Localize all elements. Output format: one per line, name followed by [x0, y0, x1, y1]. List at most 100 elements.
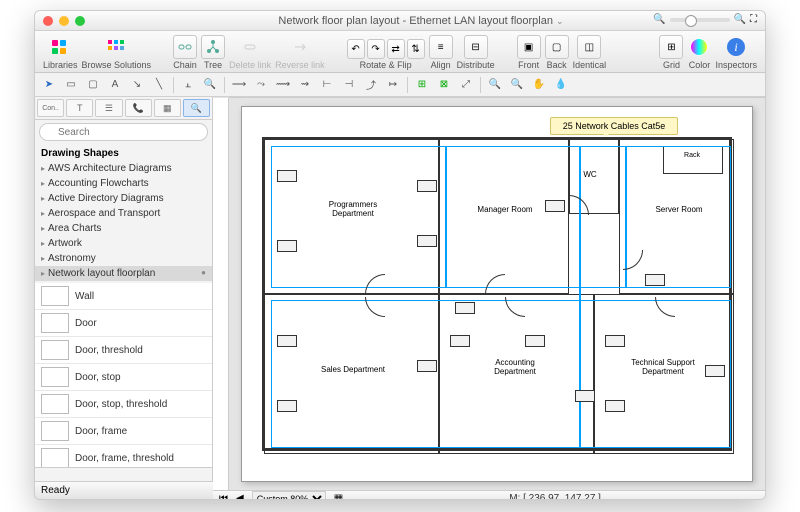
grid-button[interactable]: ⊞	[659, 35, 683, 59]
cursor-coords: M: [ 236.97, 147.27 ]	[509, 493, 601, 500]
tree-item[interactable]: Accounting Flowcharts	[35, 176, 212, 191]
libraries-icon[interactable]	[48, 35, 72, 59]
libtab-5[interactable]: ▦	[154, 99, 181, 117]
app-window: Network floor plan layout - Ethernet LAN…	[34, 10, 766, 500]
zoom-plus-icon[interactable]: 🔍	[734, 14, 746, 25]
hand-tool[interactable]: ✋	[529, 76, 549, 94]
inspectors-button[interactable]: i	[724, 35, 748, 59]
libtab-2[interactable]: T	[66, 99, 93, 117]
shape-door-stop[interactable]: Door, stop	[35, 364, 212, 391]
maximize-icon[interactable]	[75, 16, 85, 26]
zoom-select[interactable]: Custom 80%	[252, 491, 326, 500]
shape-door-frame-threshold[interactable]: Door, frame, threshold	[35, 445, 212, 467]
room-sales[interactable]	[264, 294, 439, 454]
front-button[interactable]: ▣	[517, 35, 541, 59]
zoom-slider[interactable]	[670, 18, 730, 22]
device[interactable]	[417, 360, 437, 372]
rotate-left-button[interactable]: ↶	[347, 39, 365, 59]
zoom-out-tool[interactable]: 🔍	[507, 76, 527, 94]
connector-tool[interactable]: ↘	[127, 76, 147, 94]
libtab-search[interactable]: 🔍	[183, 99, 210, 117]
device[interactable]	[575, 390, 595, 402]
device[interactable]	[545, 200, 565, 212]
shape-door-stop-threshold[interactable]: Door, stop, threshold	[35, 391, 212, 418]
device[interactable]	[645, 274, 665, 286]
drawing-page[interactable]: 25 Network Cables Cat5e Programmers Depa…	[241, 106, 753, 482]
device[interactable]	[705, 365, 725, 377]
align-button[interactable]: ≡	[429, 35, 453, 59]
tree-item[interactable]: AWS Architecture Diagrams	[35, 161, 212, 176]
room-manager[interactable]	[439, 139, 569, 294]
tree-item-selected[interactable]: Network layout floorplan	[35, 266, 212, 281]
delete-link-button	[238, 35, 262, 59]
chain-button[interactable]	[173, 35, 197, 59]
server-rack[interactable]	[663, 146, 723, 174]
zoom-fit-icon[interactable]: ⛶	[750, 14, 757, 25]
canvas-area: 25 Network Cables Cat5e Programmers Depa…	[213, 97, 765, 481]
libraries-label: Libraries	[43, 60, 78, 70]
tree-button[interactable]	[201, 35, 225, 59]
flip-v-button[interactable]: ⇅	[407, 39, 425, 59]
rounded-tool[interactable]: ▢	[83, 76, 103, 94]
line-tool[interactable]: ╲	[149, 76, 169, 94]
device[interactable]	[455, 302, 475, 314]
libtab-1[interactable]: Con..	[37, 99, 64, 117]
magnify-tool[interactable]: 🔍	[200, 76, 220, 94]
align-left-tool[interactable]: ⫠	[178, 76, 198, 94]
zoom-minus-icon[interactable]: 🔍	[653, 14, 665, 25]
libtab-3[interactable]: ☰	[95, 99, 122, 117]
shape-door-frame[interactable]: Door, frame	[35, 418, 212, 445]
device[interactable]	[525, 335, 545, 347]
callout-label[interactable]: 25 Network Cables Cat5e	[550, 117, 678, 135]
tree-item[interactable]: Aerospace and Transport	[35, 206, 212, 221]
device[interactable]	[605, 335, 625, 347]
device[interactable]	[605, 400, 625, 412]
text-tool[interactable]: A	[105, 76, 125, 94]
shapes-tree: Drawing Shapes AWS Architecture Diagrams…	[35, 144, 212, 283]
page-tabs-icon[interactable]: ▦	[334, 493, 343, 500]
canvas-statusbar: ⏮ ◀ Custom 80% ▦ M: [ 236.97, 147.27 ]	[213, 490, 765, 500]
page-nav-prev[interactable]: ◀	[236, 493, 244, 500]
svg-text:i: i	[735, 40, 738, 54]
search-input[interactable]	[39, 123, 208, 141]
shape-door-threshold[interactable]: Door, threshold	[35, 337, 212, 364]
identical-button[interactable]: ◫	[577, 35, 601, 59]
zoom-in-tool[interactable]: 🔍	[485, 76, 505, 94]
chevron-down-icon[interactable]: ⌄	[556, 16, 564, 26]
device[interactable]	[450, 335, 470, 347]
flip-h-button[interactable]: ⇄	[387, 39, 405, 59]
floor-outline[interactable]: Programmers Department Manager Room WC S…	[262, 137, 732, 451]
tree-item[interactable]: Astronomy	[35, 251, 212, 266]
canvas-viewport[interactable]: 25 Network Cables Cat5e Programmers Depa…	[229, 98, 765, 490]
shape-wall[interactable]: Wall	[35, 283, 212, 310]
main-toolbar: Libraries Browse Solutions Chain Tree De…	[35, 31, 765, 73]
rect-tool[interactable]: ▭	[61, 76, 81, 94]
device[interactable]	[417, 235, 437, 247]
device[interactable]	[417, 180, 437, 192]
color-button[interactable]	[687, 35, 711, 59]
distribute-button[interactable]: ⊟	[464, 35, 488, 59]
minimize-icon[interactable]	[59, 16, 69, 26]
device[interactable]	[277, 170, 297, 182]
rotate-right-button[interactable]: ↷	[367, 39, 385, 59]
tree-item[interactable]: Active Directory Diagrams	[35, 191, 212, 206]
sidebar: Con.. T ☰ 📞 ▦ 🔍 Drawing Shapes AWS Archi…	[35, 97, 213, 481]
libtab-4[interactable]: 📞	[125, 99, 152, 117]
tree-item[interactable]: Area Charts	[35, 221, 212, 236]
tree-item[interactable]: Artwork	[35, 236, 212, 251]
ruler-vertical	[213, 98, 229, 490]
pointer-tool[interactable]: ➤	[39, 76, 59, 94]
device[interactable]	[277, 400, 297, 412]
shape-door[interactable]: Door	[35, 310, 212, 337]
page-nav-first[interactable]: ⏮	[219, 493, 228, 500]
eyedropper-tool[interactable]: 💧	[551, 76, 571, 94]
browse-solutions-icon[interactable]	[104, 35, 128, 59]
back-button[interactable]: ▢	[545, 35, 569, 59]
shapes-palette: Wall Door Door, threshold Door, stop Doo…	[35, 283, 212, 467]
device[interactable]	[277, 335, 297, 347]
close-icon[interactable]	[43, 16, 53, 26]
tool-ribbon: ➤ ▭ ▢ A ↘ ╲ ⫠ 🔍 ⟶ ⤳ ⟿ ⇝ ⊢ ⊣ ⤴ ↦ ⊞ ⊠ ⤢ 🔍 …	[35, 73, 765, 97]
device[interactable]	[277, 240, 297, 252]
tree-section-head: Drawing Shapes	[35, 146, 212, 161]
status-ready: Ready	[41, 485, 70, 496]
